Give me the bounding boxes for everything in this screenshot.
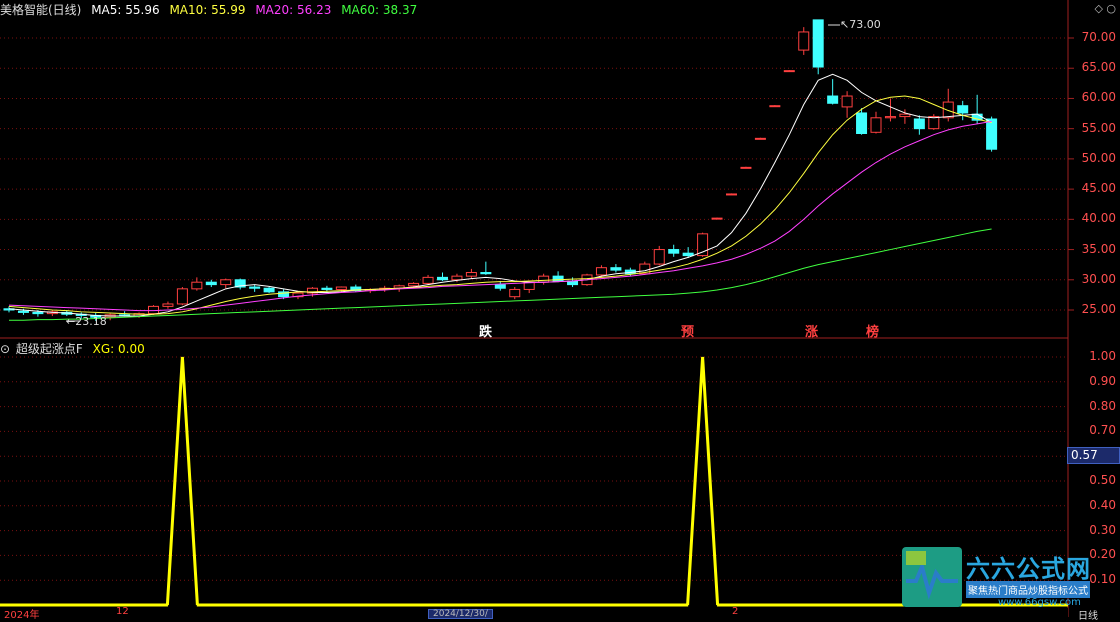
- candle-group: [3, 19, 998, 321]
- candle-body: [827, 95, 839, 104]
- candle-body: [740, 166, 752, 169]
- indicator-tick-label: 0.30: [1089, 522, 1116, 537]
- ma5-value: MA5: 55.96: [91, 3, 160, 17]
- candle-body: [942, 101, 954, 119]
- candle-body: [32, 311, 44, 315]
- candle-body: [176, 288, 188, 305]
- price-tick-label: 40.00: [1081, 211, 1116, 226]
- indicator-tick-label: 0.80: [1089, 398, 1116, 413]
- candle-body: [451, 275, 463, 281]
- candle-body: [726, 193, 737, 196]
- main-header: 美格智能(日线) MA5: 55.96 MA10: 55.99 MA20: 56…: [0, 1, 423, 18]
- candle-body: [595, 267, 607, 276]
- candle-body: [957, 105, 969, 114]
- annotation-die: 跌: [479, 325, 493, 340]
- low-price-value: 23.18: [75, 315, 107, 328]
- candle-body: [17, 310, 29, 313]
- candle-body: [538, 275, 550, 283]
- collapse-icon[interactable]: ⊙: [0, 342, 10, 356]
- candle-body: [610, 267, 622, 271]
- logo-url: www.66gsw.com: [998, 597, 1081, 608]
- date-month-12: 12: [116, 606, 129, 617]
- candle-body: [220, 279, 232, 286]
- cursor-value-badge: 0.57: [1067, 447, 1120, 464]
- indicator-tick-label: 0.70: [1089, 423, 1116, 438]
- high-price-label: ↖73.00: [840, 18, 881, 31]
- candle-body: [754, 137, 766, 140]
- indicator-tick-label: 1.00: [1089, 349, 1116, 363]
- low-price-label: ←23.18: [66, 315, 107, 328]
- indicator-tick-label: 0.90: [1089, 373, 1116, 388]
- logo-subtitle: 聚焦热门商品炒股指标公式: [966, 581, 1090, 598]
- window-controls[interactable]: ◇ ○: [1094, 2, 1116, 15]
- candle-body: [769, 105, 781, 108]
- indicator-header: ⊙ 超级起涨点F XG: 0.00: [0, 340, 151, 357]
- price-chart[interactable]: [0, 0, 1120, 617]
- price-tick-label: 30.00: [1081, 271, 1116, 286]
- price-tick-label: 25.00: [1081, 302, 1116, 316]
- candle-body: [884, 116, 896, 119]
- candle-body: [422, 276, 434, 284]
- price-grid: [0, 37, 1068, 581]
- cursor-date-badge: 2024/12/30/: [428, 609, 493, 619]
- candle-body: [162, 303, 174, 307]
- indicator-tick-label: 0.40: [1089, 497, 1116, 512]
- candle-body: [205, 281, 217, 286]
- date-year: 2024年: [4, 610, 40, 621]
- date-month-2: 2: [732, 606, 739, 617]
- price-tick-label: 70.00: [1081, 30, 1116, 44]
- candle-body: [335, 286, 347, 290]
- price-tick-label: 50.00: [1081, 150, 1116, 165]
- candle-body: [465, 272, 477, 277]
- annotation-zhang: 涨: [805, 325, 819, 340]
- logo-icon: [902, 547, 962, 607]
- candle-body: [437, 276, 448, 281]
- candle-body: [191, 281, 203, 290]
- logo-title: 六六公式网: [966, 555, 1091, 583]
- candle-body: [321, 287, 333, 290]
- candle-body: [711, 217, 723, 220]
- candle-body: [841, 95, 853, 108]
- candle-body: [263, 287, 275, 293]
- price-tick-label: 65.00: [1081, 60, 1116, 75]
- candle-body: [668, 249, 680, 254]
- low-arrow-icon: ←: [66, 315, 76, 328]
- candle-body: [913, 118, 925, 130]
- xg-value: XG: 0.00: [92, 342, 145, 356]
- candle-body: [408, 282, 420, 287]
- annotation-yu: 预: [681, 325, 695, 340]
- candle-body: [653, 249, 665, 265]
- candle-body: [783, 70, 795, 73]
- price-tick-label: 55.00: [1081, 120, 1116, 135]
- candle-body: [856, 112, 868, 135]
- candle-body: [928, 116, 940, 130]
- candle-body: [682, 252, 694, 257]
- candle-body: [798, 31, 810, 51]
- stock-title[interactable]: 美格智能(日线): [0, 3, 81, 17]
- annotation-bang: 榜: [866, 325, 880, 340]
- price-tick-label: 45.00: [1081, 181, 1116, 196]
- ma60-value: MA60: 38.37: [341, 3, 418, 17]
- candle-body: [480, 272, 492, 275]
- site-logo: 六六公式网 聚焦热门商品炒股指标公式 www.66gsw.com: [902, 547, 1120, 611]
- candle-body: [249, 286, 261, 289]
- indicator-tick-label: 0.50: [1089, 473, 1116, 487]
- indicator-name[interactable]: 超级起涨点F: [16, 342, 83, 356]
- price-tick-label: 60.00: [1081, 90, 1116, 105]
- candle-body: [899, 113, 911, 118]
- high-arrow-icon: ↖: [840, 18, 850, 31]
- high-price-value: 73.00: [849, 18, 881, 31]
- candle-body: [986, 118, 998, 150]
- candle-body: [509, 288, 521, 298]
- candle-body: [812, 19, 824, 68]
- axis-ticks: [1068, 37, 1074, 311]
- ma20-value: MA20: 56.23: [255, 3, 332, 17]
- candle-body: [870, 117, 882, 133]
- candle-body: [494, 284, 506, 289]
- price-tick-label: 35.00: [1081, 241, 1116, 256]
- ma10-value: MA10: 55.99: [169, 3, 246, 17]
